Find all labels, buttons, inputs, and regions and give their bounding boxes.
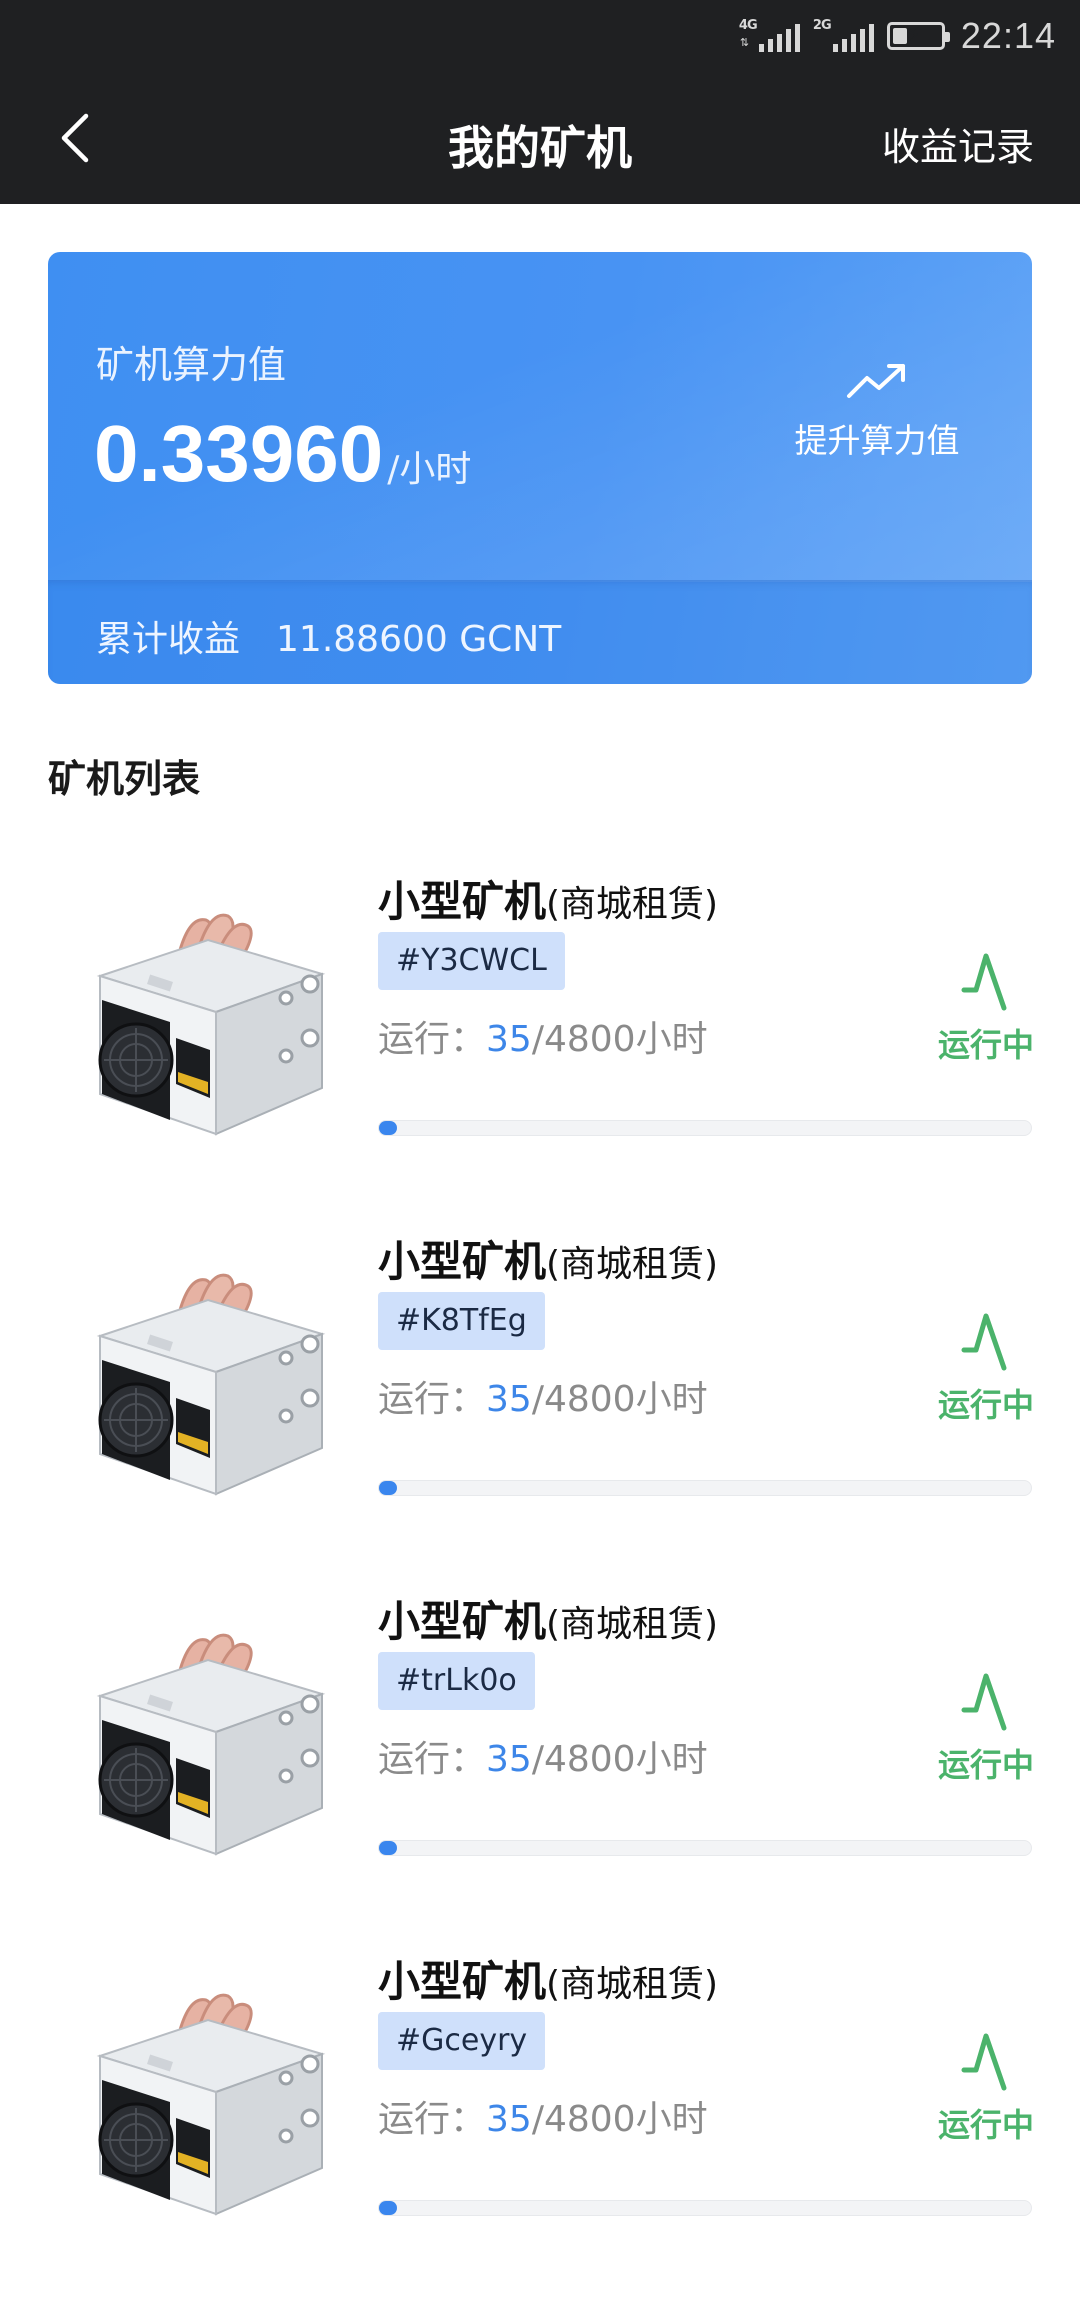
miner-list-item[interactable]: 小型矿机(商城租赁) #Gceyry 运行：35/4800小时 运行中 xyxy=(0,1948,1080,2308)
runtime-progress-fill xyxy=(379,1481,397,1495)
runtime-progress-fill xyxy=(379,1121,397,1135)
runtime-hours-done: 35 xyxy=(486,1379,532,1420)
status-indicator: 运行中 xyxy=(926,2030,1046,2146)
runtime-label: 运行： xyxy=(378,1739,487,1780)
miner-list-title: 矿机列表 xyxy=(48,757,201,801)
status-label: 运行中 xyxy=(937,1746,1034,1784)
runtime-label: 运行： xyxy=(378,1379,487,1420)
miner-list-item[interactable]: 小型矿机(商城租赁) #Y3CWCL 运行：35/4800小时 运行中 xyxy=(0,868,1080,1228)
app-header: 我的矿机 收益记录 xyxy=(0,72,1080,204)
runtime-hours-total: /4800小时 xyxy=(531,1019,708,1060)
miner-code-badge: #trLk0o xyxy=(378,1652,535,1710)
miner-code-badge: #Y3CWCL xyxy=(378,932,565,990)
mining-machine-image xyxy=(96,1273,326,1496)
miner-list-item[interactable]: 小型矿机(商城租赁) #K8TfEg 运行：35/4800小时 运行中 xyxy=(0,1228,1080,1588)
network-type-label: 2G xyxy=(812,18,832,33)
miner-source: (商城租赁) xyxy=(546,884,719,925)
hashrate-unit: /小时 xyxy=(387,449,472,490)
runtime-text: 运行：35/4800小时 xyxy=(378,1010,708,1062)
miner-name: 小型矿机(商城租赁) xyxy=(378,1948,718,2009)
miner-name: 小型矿机(商城租赁) xyxy=(378,868,718,929)
hashrate-summary-card: 矿机算力值 0.33960/小时 提升算力值 累计收益 11.88600 GCNT xyxy=(48,252,1032,684)
runtime-label: 运行： xyxy=(378,1019,487,1060)
miner-name: 小型矿机(商城租赁) xyxy=(378,1228,718,1289)
running-pulse-icon xyxy=(961,953,1007,1011)
miner-type: 小型矿机 xyxy=(378,1237,547,1286)
miner-name: 小型矿机(商城租赁) xyxy=(378,1588,718,1649)
boost-hashrate-label: 提升算力值 xyxy=(794,421,960,460)
runtime-hours-total: /4800小时 xyxy=(531,2099,708,2140)
runtime-progress-bar xyxy=(378,1120,1032,1136)
clock: 22:14 xyxy=(960,15,1056,56)
running-pulse-icon xyxy=(961,2033,1007,2091)
runtime-progress-bar xyxy=(378,1480,1032,1496)
miner-type: 小型矿机 xyxy=(378,877,547,926)
status-indicator: 运行中 xyxy=(926,950,1046,1066)
mining-machine-image xyxy=(96,1993,326,2216)
miner-source: (商城租赁) xyxy=(546,1604,719,1645)
miner-type: 小型矿机 xyxy=(378,1597,547,1646)
mining-machine-image xyxy=(96,1633,326,1856)
runtime-text: 运行：35/4800小时 xyxy=(378,1370,708,1422)
miner-type: 小型矿机 xyxy=(378,1957,547,2006)
status-indicator: 运行中 xyxy=(926,1670,1046,1786)
status-label: 运行中 xyxy=(937,2106,1034,2144)
runtime-progress-bar xyxy=(378,2200,1032,2216)
status-label: 运行中 xyxy=(937,1026,1034,1064)
runtime-hours-total: /4800小时 xyxy=(531,1379,708,1420)
runtime-progress-fill xyxy=(379,2201,397,2215)
hashrate-value-row: 0.33960/小时 xyxy=(94,408,471,516)
mining-machine-image xyxy=(96,913,326,1136)
hashrate-label: 矿机算力值 xyxy=(96,343,287,387)
miner-list-item[interactable]: 小型矿机(商城租赁) #trLk0o 运行：35/4800小时 运行中 xyxy=(0,1588,1080,1948)
runtime-hours-total: /4800小时 xyxy=(531,1739,708,1780)
miner-code-badge: #Gceyry xyxy=(378,2012,546,2070)
runtime-progress-bar xyxy=(378,1840,1032,1856)
runtime-text: 运行：35/4800小时 xyxy=(378,2090,708,2142)
status-indicators: 4G ⇅ 2G ⚡ 22:14 xyxy=(739,14,1056,58)
miner-source: (商城租赁) xyxy=(546,1244,719,1285)
running-pulse-icon xyxy=(961,1313,1007,1371)
runtime-label: 运行： xyxy=(378,2099,487,2140)
hashrate-value: 0.33960 xyxy=(94,409,384,498)
trending-up-icon xyxy=(847,364,905,398)
miner-code-badge: #K8TfEg xyxy=(378,1292,545,1350)
status-bar: 4G ⇅ 2G ⚡ 22:14 xyxy=(0,0,1080,72)
earnings-footer: 累计收益 11.88600 GCNT xyxy=(48,580,1032,684)
network-type-label: 4G xyxy=(738,18,758,33)
status-label: 运行中 xyxy=(937,1386,1034,1424)
runtime-text: 运行：35/4800小时 xyxy=(378,1730,708,1782)
miner-source: (商城租赁) xyxy=(546,1964,719,2005)
boost-hashrate-button[interactable]: 提升算力值 xyxy=(772,362,982,462)
status-indicator: 运行中 xyxy=(926,1310,1046,1426)
runtime-hours-done: 35 xyxy=(486,1019,532,1060)
battery-icon: ⚡ xyxy=(886,22,950,50)
cellular-signal-icon: 4G ⇅ xyxy=(738,18,800,54)
runtime-progress-fill xyxy=(379,1841,397,1855)
earnings-value: 11.88600 GCNT xyxy=(276,619,562,660)
earnings-label: 累计收益 xyxy=(96,619,241,660)
earnings-records-link[interactable]: 收益记录 xyxy=(882,116,1034,171)
running-pulse-icon xyxy=(961,1673,1007,1731)
runtime-hours-done: 35 xyxy=(486,1739,532,1780)
runtime-hours-done: 35 xyxy=(486,2099,532,2140)
cellular-signal-icon: 2G xyxy=(812,18,874,54)
